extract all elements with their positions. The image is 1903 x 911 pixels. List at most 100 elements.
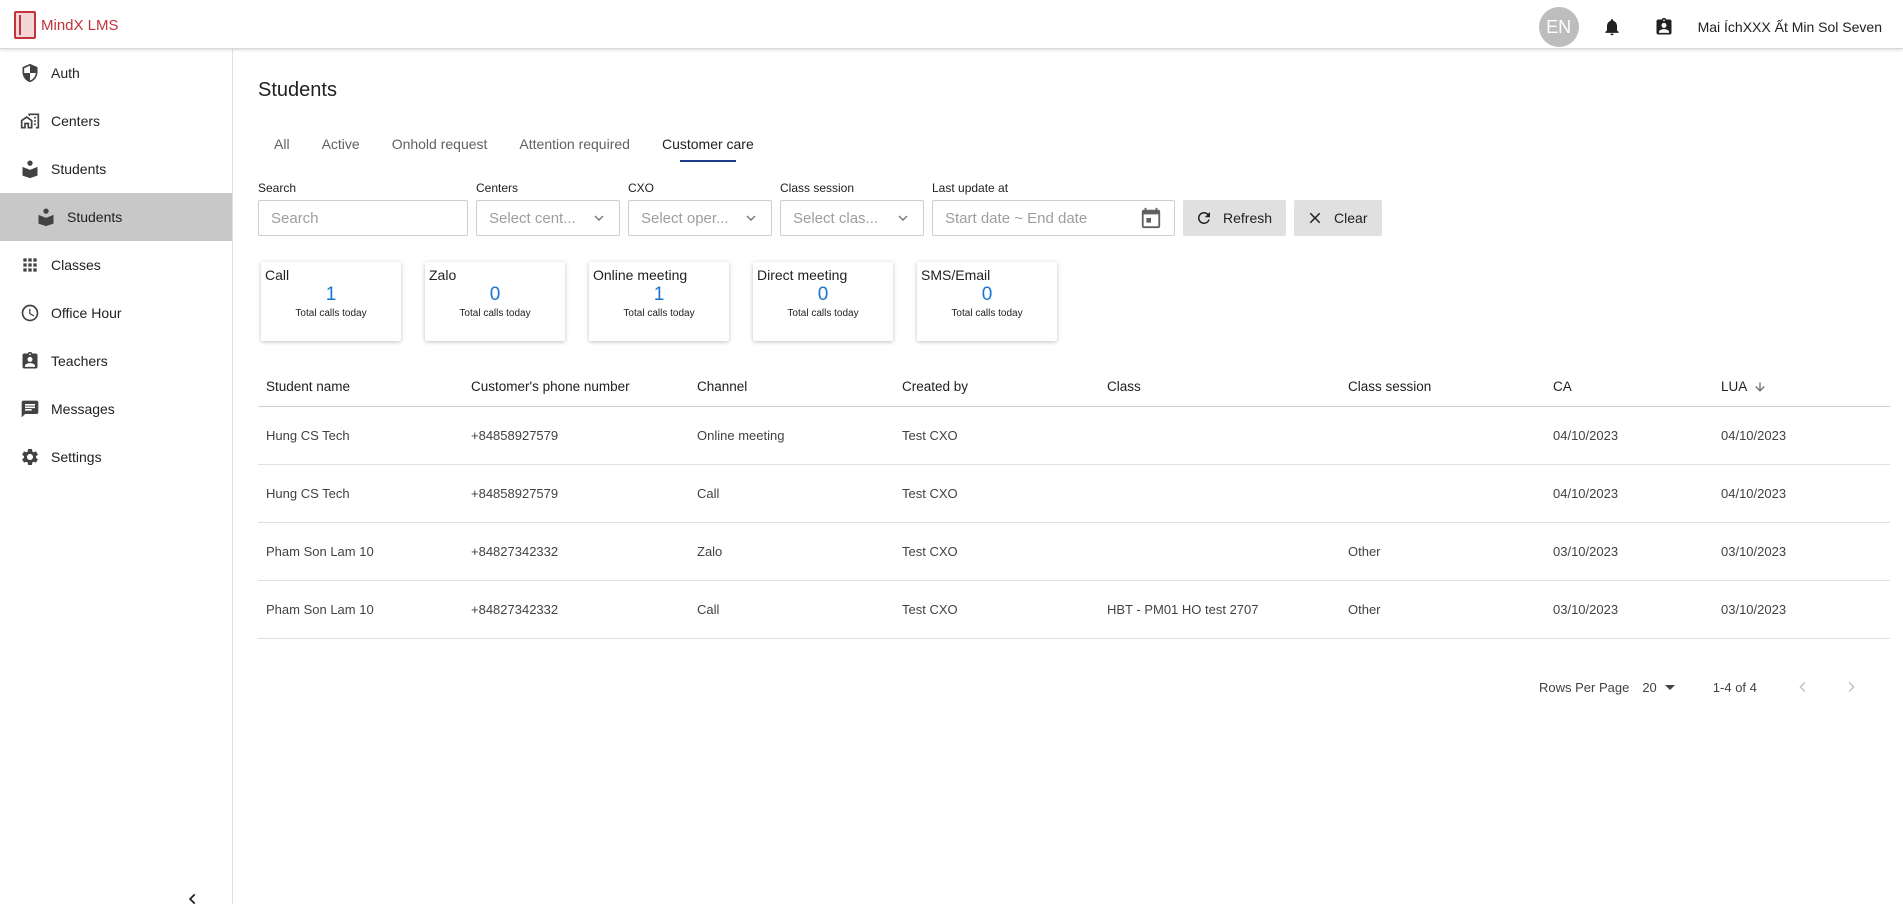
column-header-created-by[interactable]: Created by: [894, 379, 1099, 394]
card-subtitle: Total calls today: [951, 308, 1023, 319]
tab-bar: All Active Onhold request Attention requ…: [258, 133, 770, 169]
cell-channel: Zalo: [697, 544, 723, 559]
sidebar-item-label: Office Hour: [51, 305, 122, 321]
cell-student-name: Pham Son Lam 10: [266, 602, 374, 617]
calendar-icon[interactable]: [1140, 207, 1162, 229]
sidebar-item-office-hour[interactable]: Office Hour: [0, 289, 232, 337]
refresh-button[interactable]: Refresh: [1183, 200, 1287, 236]
card-title: SMS/Email: [921, 267, 991, 283]
date-range-input[interactable]: Start date ~ End date: [932, 200, 1175, 236]
card-title: Online meeting: [593, 267, 688, 283]
refresh-label: Refresh: [1223, 210, 1273, 226]
cell-lua: 04/10/2023: [1721, 428, 1787, 443]
tab-attention-required[interactable]: Attention required: [503, 133, 646, 169]
cell-student-name: Hung CS Tech: [266, 486, 350, 501]
column-header-lua[interactable]: LUA: [1713, 379, 1890, 394]
last-update-label: Last update at: [932, 181, 1009, 195]
column-header-channel[interactable]: Channel: [689, 379, 894, 394]
column-header-class[interactable]: Class: [1099, 379, 1340, 394]
sidebar-item-students[interactable]: Students: [0, 145, 232, 193]
stat-card-direct-meeting: Direct meeting 0 Total calls today: [753, 262, 893, 341]
sidebar-item-settings[interactable]: Settings: [0, 433, 232, 481]
clock-icon: [21, 304, 39, 322]
previous-page-button[interactable]: [1791, 675, 1815, 699]
chevron-right-icon: [1848, 681, 1855, 693]
table-row[interactable]: Hung CS Tech +84858927579 Call Test CXO …: [258, 465, 1890, 523]
cell-student-name: Hung CS Tech: [266, 428, 350, 443]
rows-per-page-select[interactable]: 20: [1642, 680, 1675, 695]
next-page-button[interactable]: [1839, 675, 1863, 699]
app-name: MindX LMS: [41, 16, 119, 34]
centers-label: Centers: [476, 181, 519, 195]
cell-phone: +84858927579: [471, 486, 559, 501]
sidebar-item-messages[interactable]: Messages: [0, 385, 232, 433]
cell-ca: 03/10/2023: [1553, 602, 1619, 617]
notifications-button[interactable]: [1594, 9, 1630, 45]
badge-icon: [22, 351, 38, 369]
sidebar-item-auth[interactable]: Auth: [0, 49, 232, 97]
column-header-phone[interactable]: Customer's phone number: [463, 379, 689, 394]
sidebar-item-label: Teachers: [51, 353, 108, 369]
centers-select[interactable]: Select cent...: [476, 200, 620, 236]
class-session-select[interactable]: Select clas...: [780, 200, 924, 236]
sidebar-item-label: Centers: [51, 113, 101, 129]
page-range: 1-4 of 4: [1712, 679, 1757, 695]
sidebar-item-teachers[interactable]: Teachers: [0, 337, 232, 385]
cell-phone: +84858927579: [471, 428, 559, 443]
table-row[interactable]: Pham Son Lam 10 +84827342332 Zalo Test C…: [258, 523, 1890, 581]
sidebar-item-classes[interactable]: Classes: [0, 241, 232, 289]
card-subtitle: Total calls today: [623, 308, 695, 319]
table-row[interactable]: Hung CS Tech +84858927579 Online meeting…: [258, 407, 1890, 465]
card-value: 0: [981, 284, 993, 305]
stat-card-zalo: Zalo 0 Total calls today: [425, 262, 565, 341]
chevron-down-icon: [746, 215, 756, 221]
column-header-lua-label: LUA: [1721, 378, 1748, 394]
search-filter: Search Search: [258, 181, 468, 236]
card-subtitle: Total calls today: [295, 308, 367, 319]
column-header-student-name[interactable]: Student name: [258, 379, 463, 394]
cell-channel: Call: [697, 486, 720, 501]
sidebar-subitem-students[interactable]: Students: [0, 193, 232, 241]
card-subtitle: Total calls today: [787, 308, 859, 319]
customer-care-table: Student name Customer's phone number Cha…: [258, 367, 1890, 639]
centers-placeholder: Select cent...: [489, 209, 576, 227]
language-switcher[interactable]: EN: [1538, 7, 1579, 47]
tab-active[interactable]: Active: [306, 133, 376, 169]
last-update-filter: Last update at Start date ~ End date: [932, 181, 1175, 236]
column-header-ca[interactable]: CA: [1545, 379, 1713, 394]
refresh-icon: [1198, 212, 1210, 224]
sidebar-item-centers[interactable]: Centers: [0, 97, 232, 145]
account-button[interactable]: [1646, 9, 1682, 45]
card-value: 0: [489, 284, 501, 305]
cell-class-session: Other: [1348, 544, 1381, 559]
cell-ca: 04/10/2023: [1553, 428, 1619, 443]
search-input[interactable]: Search: [258, 200, 468, 236]
cell-lua: 03/10/2023: [1721, 602, 1787, 617]
cell-phone: +84827342332: [471, 602, 559, 617]
card-value: 1: [653, 284, 665, 305]
pagination: Rows Per Page 20 1-4 of 4: [1539, 675, 1863, 699]
card-title: Zalo: [429, 267, 457, 283]
book-logo-icon: [14, 11, 36, 39]
tab-all[interactable]: All: [258, 133, 306, 169]
bell-icon: [1604, 19, 1619, 36]
arrow-down-icon[interactable]: [1753, 380, 1767, 394]
cell-lua: 04/10/2023: [1721, 486, 1787, 501]
tab-customer-care[interactable]: Customer care: [646, 133, 770, 169]
cxo-select[interactable]: Select oper...: [628, 200, 772, 236]
cxo-placeholder: Select oper...: [641, 209, 729, 227]
clear-button[interactable]: Clear: [1294, 200, 1382, 236]
app-logo[interactable]: MindX LMS: [14, 11, 119, 39]
cell-class: HBT - PM01 HO test 2707: [1107, 602, 1259, 617]
page-title: Students: [258, 79, 337, 101]
clear-label: Clear: [1334, 210, 1368, 226]
cell-class-session: Other: [1348, 602, 1381, 617]
cell-created-by: Test CXO: [902, 428, 958, 443]
user-name[interactable]: Mai ÍchXXX Ất Min Sol Seven: [1698, 19, 1882, 35]
column-header-class-session[interactable]: Class session: [1340, 379, 1545, 394]
cell-created-by: Test CXO: [902, 544, 958, 559]
table-row[interactable]: Pham Son Lam 10 +84827342332 Call Test C…: [258, 581, 1890, 639]
chevron-left-icon: [1799, 681, 1806, 693]
tab-onhold-request[interactable]: Onhold request: [376, 133, 504, 169]
cell-created-by: Test CXO: [902, 486, 958, 501]
